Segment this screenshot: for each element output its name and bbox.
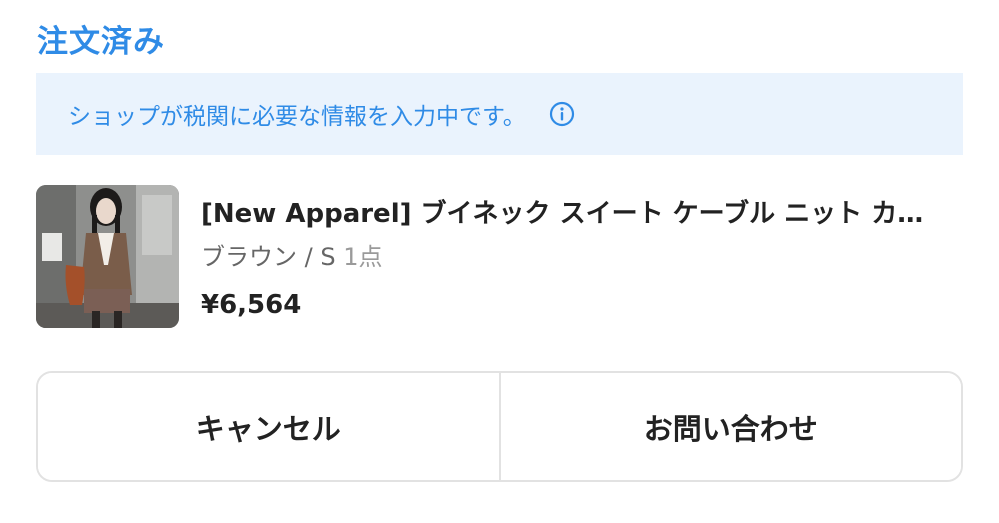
order-item[interactable]: [New Apparel] ブイネック スイート ケーブル ニット カーディガン… xyxy=(36,185,963,330)
product-variant: ブラウン / S 1点 xyxy=(201,237,383,272)
contact-button[interactable]: お問い合わせ xyxy=(500,373,961,480)
notice-text: ショップが税関に必要な情報を入力中です。 xyxy=(68,104,526,130)
product-name[interactable]: [New Apparel] ブイネック スイート ケーブル ニット カーディガン xyxy=(201,193,949,230)
customs-info-notice: ショップが税関に必要な情報を入力中です。 xyxy=(36,73,963,155)
product-quantity: 1点 xyxy=(343,243,383,271)
product-color-size: ブラウン / S xyxy=(201,243,336,271)
product-price: ¥6,564 xyxy=(201,290,302,320)
order-actions: キャンセル お問い合わせ xyxy=(36,371,963,482)
order-status-title: 注文済み xyxy=(37,24,165,60)
cancel-button[interactable]: キャンセル xyxy=(38,373,499,480)
info-icon[interactable] xyxy=(548,100,576,128)
product-photo xyxy=(36,185,179,328)
product-thumbnail[interactable] xyxy=(36,185,179,328)
